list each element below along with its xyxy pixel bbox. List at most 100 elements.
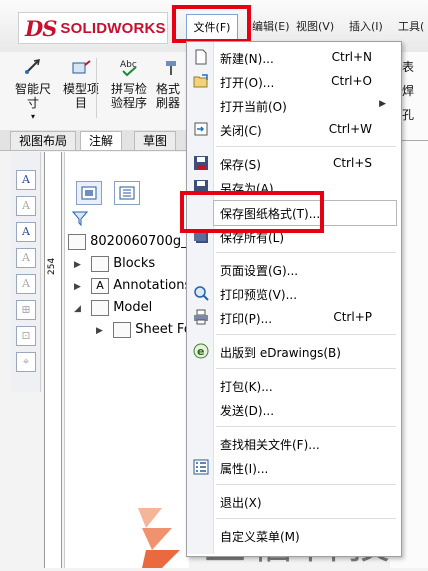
format-painter-icon: [166, 61, 176, 75]
menu-item-properties[interactable]: 属性(I)...: [188, 456, 398, 480]
filter-icon[interactable]: [71, 210, 89, 230]
menu-separator: [216, 368, 396, 369]
datum-target-icon[interactable]: ⊡: [16, 326, 36, 346]
menu-item-publish-edrawings-label: 出版到 eDrawings(B): [220, 346, 341, 360]
auto-balloon-icon[interactable]: A: [16, 222, 36, 242]
menu-item-print-preview-label: 打印预览(V)...: [220, 288, 298, 302]
menu-item-page-setup[interactable]: 页面设置(G)...: [188, 258, 398, 282]
menu-item-page-setup-label: 页面设置(G)...: [220, 264, 299, 278]
balloon-icon[interactable]: A: [16, 196, 36, 216]
menu-separator: [216, 484, 396, 485]
spell-check-icon: Abc: [120, 60, 137, 77]
menu-edit[interactable]: 编辑(E): [252, 18, 290, 34]
tree-root[interactable]: 8020060700g_9(: [68, 232, 201, 252]
smart-dimension-label-1: 智能尺: [14, 82, 51, 96]
menu-item-pack-label: 打包(K)...: [220, 380, 273, 394]
menu-item-print-preview[interactable]: 打印预览(V)...: [188, 282, 398, 306]
surface-finish-icon[interactable]: A: [16, 248, 36, 268]
menu-item-save[interactable]: 保存(S) Ctrl+S: [188, 152, 398, 176]
submenu-arrow-icon: ▶: [379, 99, 386, 109]
hole-callout-icon[interactable]: ⌖: [16, 352, 36, 372]
new-document-icon: [195, 49, 207, 65]
tab-view-layout[interactable]: 视图布局: [10, 131, 77, 150]
menu-item-send[interactable]: 发送(D)...: [188, 398, 398, 422]
menu-separator: [216, 334, 396, 335]
menu-item-find-references-label: 查找相关文件(F)...: [220, 438, 320, 452]
menu-view[interactable]: 视图(V): [296, 18, 334, 34]
menu-item-save-shortcut: Ctrl+S: [332, 156, 372, 170]
menu-item-close-label: 关闭(C): [220, 124, 262, 138]
close-document-icon: [194, 122, 208, 136]
ribbon-fragment-1: 表: [402, 60, 415, 74]
menu-item-customize[interactable]: 自定义菜单(M): [188, 524, 398, 548]
menu-separator: [216, 252, 396, 253]
menu-item-open-current-label: 打开当前(O): [220, 100, 287, 114]
datum-feature-icon[interactable]: ⊞: [16, 300, 36, 320]
smart-dimension-button[interactable]: 智能尺 寸 ▾: [12, 57, 54, 124]
menu-item-send-label: 发送(D)...: [220, 404, 275, 418]
menu-item-new-label: 新建(N)...: [220, 52, 274, 66]
menu-item-exit[interactable]: 退出(X): [188, 490, 398, 514]
model-items-icon: [72, 60, 91, 74]
menu-tools[interactable]: 工具(: [398, 18, 424, 34]
blocks-folder-icon: [91, 255, 110, 272]
svg-text:e: e: [197, 345, 204, 358]
ribbon-fragment-3: 孔: [402, 108, 415, 122]
weld-symbol-icon[interactable]: A: [16, 274, 36, 294]
open-folder-icon: [193, 74, 208, 88]
property-manager-tab-icon[interactable]: [114, 181, 140, 205]
menu-item-customize-label: 自定义菜单(M): [220, 530, 300, 544]
drawing-icon: [68, 233, 86, 250]
menu-item-open-current[interactable]: 打开当前(O) ▶: [188, 94, 398, 118]
sheet-icon: [91, 299, 110, 316]
spell-check-label-2: 验程序: [110, 96, 147, 110]
format-painter-label-1: 格式: [156, 82, 181, 96]
collapse-arrow-icon: ◢: [74, 304, 81, 314]
properties-icon: [193, 459, 209, 475]
sheet-format-icon: [113, 321, 132, 338]
tree-item-annotations-label: Annotations: [113, 278, 192, 293]
tree-item-sheet-format[interactable]: ▶ Sheet Fo: [96, 320, 192, 340]
expand-arrow-icon: ▶: [74, 282, 81, 292]
menu-item-open-shortcut: Ctrl+O: [331, 74, 372, 88]
tree-item-blocks[interactable]: ▶ Blocks: [74, 254, 155, 274]
ribbon-fragment-2: 焊: [402, 84, 415, 98]
tree-item-model[interactable]: ◢ Model: [74, 298, 152, 318]
tree-item-annotations[interactable]: ▶ A Annotations: [74, 276, 191, 296]
menu-item-new[interactable]: 新建(N)... Ctrl+N: [188, 46, 398, 70]
menu-item-print-shortcut: Ctrl+P: [333, 310, 372, 324]
dropdown-arrow-icon: ▾: [30, 112, 35, 121]
app-name: SOLIDWORKS: [60, 19, 166, 37]
tree-item-sheet-format-label: Sheet Fo: [135, 322, 192, 337]
expand-arrow-icon: ▶: [96, 326, 103, 336]
expand-arrow-icon: ▶: [74, 260, 81, 270]
menu-item-pack[interactable]: 打包(K)...: [188, 374, 398, 398]
feature-manager-tab-icon[interactable]: [76, 181, 102, 205]
menu-item-close[interactable]: 关闭(C) Ctrl+W: [188, 118, 398, 142]
edrawings-icon: e: [193, 343, 209, 359]
solidworks-logo[interactable]: DS SOLIDWORKS: [18, 12, 168, 44]
tree-item-blocks-label: Blocks: [113, 256, 156, 271]
menu-item-open[interactable]: 打开(O)... Ctrl+O: [188, 70, 398, 94]
highlight-box-file-menu: [172, 5, 251, 43]
menu-item-find-references[interactable]: 查找相关文件(F)...: [188, 432, 398, 456]
highlight-box-save-sheet-format: [180, 191, 324, 233]
annotations-icon: A: [91, 277, 110, 294]
format-painter-button[interactable]: 格式 刷器: [156, 57, 186, 110]
smart-dimension-icon: [25, 59, 40, 74]
smart-dimension-label-2: 寸: [26, 96, 39, 110]
menu-item-new-shortcut: Ctrl+N: [331, 50, 372, 64]
menu-item-exit-label: 退出(X): [220, 496, 262, 510]
menu-item-publish-edrawings[interactable]: e 出版到 eDrawings(B): [188, 340, 398, 364]
menu-item-print[interactable]: 打印(P)... Ctrl+P: [188, 306, 398, 330]
spell-check-button[interactable]: Abc 拼写检 验程序: [108, 57, 150, 110]
tab-annotation[interactable]: 注解: [80, 131, 123, 150]
menu-separator: [216, 426, 396, 427]
tab-sketch[interactable]: 草图: [134, 131, 177, 150]
menu-insert[interactable]: 插入(I): [349, 18, 383, 34]
ruler-label: 254: [47, 257, 57, 275]
tree-item-model-label: Model: [113, 300, 153, 315]
note-icon[interactable]: A: [16, 170, 36, 190]
save-disk-icon: [194, 156, 208, 170]
ds-logo-mark: DS: [25, 15, 57, 41]
